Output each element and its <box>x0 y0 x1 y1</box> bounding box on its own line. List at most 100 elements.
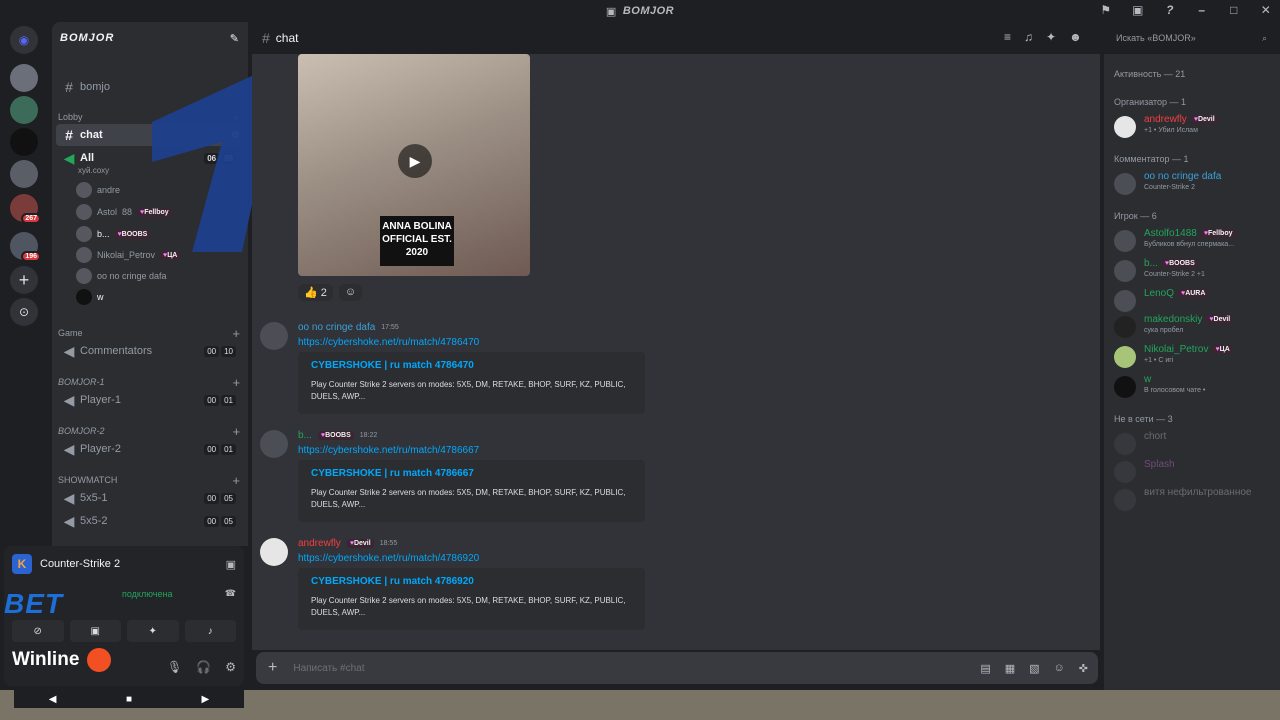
threads-icon[interactable]: ≡ <box>1004 30 1011 44</box>
screen-share-button[interactable]: ▣ <box>69 620 121 642</box>
embed-title[interactable]: CYBERSHOKE | ru match 4786470 <box>311 360 635 371</box>
voice-channel[interactable]: ◀ Player-2 00 01 <box>56 438 240 460</box>
category-bomjor-1[interactable]: BOMJOR-1 + <box>58 375 240 390</box>
message-author[interactable]: andrewfly <box>298 538 341 549</box>
add-channel-icon[interactable]: + <box>232 473 240 488</box>
category-showmatch[interactable]: SHOWMATCH + <box>58 473 240 488</box>
reaction-thumbs-up[interactable]: 👍 2 <box>298 284 333 301</box>
attach-icon[interactable]: + <box>268 659 277 677</box>
gift-icon[interactable]: ▤ <box>980 662 990 675</box>
message-author[interactable]: b... <box>298 430 312 441</box>
member-item[interactable]: andrewflyDevil +1 • Убил Ислам <box>1112 114 1276 140</box>
soundboard-button[interactable]: ♪ <box>184 620 236 642</box>
embed-description: Play Counter Strike 2 servers on modes: … <box>311 488 626 509</box>
role-section-header: Игрок — 6 <box>1114 211 1157 221</box>
role-tag: Devil <box>1190 115 1218 124</box>
message-link[interactable]: https://cybershoke.net/ru/match/4786470 <box>298 337 479 348</box>
apps-icon[interactable]: ✜ <box>1079 662 1088 675</box>
message-time: 18:55 <box>379 540 398 547</box>
maximize-button[interactable]: □ <box>1226 2 1242 18</box>
add-channel-icon[interactable]: + <box>232 326 240 341</box>
video-attachment[interactable]: ▶ ANNA BOLINA OFFICIAL EST. 2020 <box>298 54 530 276</box>
avatar[interactable] <box>260 430 288 458</box>
pin-icon[interactable]: ✦ <box>1046 30 1056 44</box>
gif-icon[interactable]: ▦ <box>1005 662 1015 675</box>
unread-badge: 267 <box>21 213 41 224</box>
bell-icon[interactable]: ♫ <box>1024 30 1033 44</box>
add-member-icon[interactable]: ✎ <box>230 32 240 45</box>
member-status: В голосовом чате • <box>1144 387 1206 394</box>
avatar <box>1114 376 1136 398</box>
message-link[interactable]: https://cybershoke.net/ru/match/4786920 <box>298 553 479 564</box>
sticker-icon[interactable]: ▧ <box>1029 662 1039 675</box>
discord-home-icon[interactable]: ◉ <box>10 26 38 54</box>
activity-game[interactable]: K Counter-Strike 2 ▣ <box>4 546 244 582</box>
server-icon[interactable] <box>10 128 38 156</box>
stream-icon[interactable]: ▣ <box>226 558 236 571</box>
members-icon[interactable]: ☻ <box>1069 30 1082 44</box>
embed-title[interactable]: CYBERSHOKE | ru match 4786920 <box>311 576 635 587</box>
server-icon[interactable] <box>10 160 38 188</box>
user-limit: 05 <box>221 515 236 527</box>
message-author[interactable]: oo no cringe dafa <box>298 322 375 333</box>
play-icon[interactable]: ▶ <box>398 144 432 178</box>
add-channel-icon[interactable]: + <box>232 375 240 390</box>
server-icon[interactable] <box>10 64 38 92</box>
stop-icon[interactable]: ■ <box>126 694 132 705</box>
member-item[interactable]: w В голосовом чате • <box>1112 374 1276 400</box>
member-item[interactable]: makedonskiyDevil сука пробел <box>1112 314 1276 340</box>
settings-icon[interactable]: ⚙ <box>225 660 236 674</box>
voice-channel[interactable]: ◀ Commentators 00 10 <box>56 340 240 362</box>
disconnect-icon[interactable]: ☎ <box>225 588 236 599</box>
speaker-icon: ◀ <box>63 512 75 529</box>
member-item[interactable]: Splash <box>1112 459 1276 485</box>
microphone-icon[interactable]: 🎙 <box>167 660 182 674</box>
embed-description: Play Counter Strike 2 servers on modes: … <box>311 596 626 617</box>
add-reaction-icon[interactable]: ☺ <box>338 284 363 301</box>
screen-icon[interactable]: ▣ <box>1130 2 1146 18</box>
server-folder[interactable]: 267 <box>10 194 41 224</box>
server-icon[interactable] <box>10 96 38 124</box>
help-icon[interactable]: ? <box>1162 2 1178 18</box>
member-item[interactable]: chort <box>1112 431 1276 457</box>
channel-label: Player-1 <box>80 394 121 406</box>
message-composer[interactable]: + Написать #chat ▤ ▦ ▧ ☺ ✜ <box>256 652 1098 684</box>
add-channel-icon[interactable]: + <box>232 424 240 439</box>
link-embed: CYBERSHOKE | ru match 4786920 Play Counte… <box>298 568 645 630</box>
game-name: Counter-Strike 2 <box>40 558 121 570</box>
activities-button[interactable]: ✦ <box>127 620 179 642</box>
member-item[interactable]: Nikolai_PetrovЦА +1 • С игі <box>1112 344 1276 370</box>
voice-channel[interactable]: ◀ 5x5-2 00 05 <box>56 510 240 532</box>
avatar[interactable] <box>260 322 288 350</box>
discover-icon[interactable]: ⊙ <box>10 298 38 326</box>
embed-title[interactable]: CYBERSHOKE | ru match 4786667 <box>311 468 635 479</box>
avatar[interactable] <box>260 538 288 566</box>
member-item[interactable]: Astolfo1488Fellboy Бубликов вбнул спермак… <box>1112 228 1276 254</box>
member-item[interactable]: витя нефильтрованное <box>1112 487 1276 513</box>
search-input[interactable]: Искать «BOMJOR» ⌕ <box>1110 29 1273 47</box>
voice-channel[interactable]: ◀ 5x5-1 00 05 <box>56 487 240 509</box>
category-bomjor-2[interactable]: BOMJOR-2 + <box>58 424 240 439</box>
next-icon[interactable]: ▶ <box>202 694 210 705</box>
role-tag: BOOBS <box>1161 259 1198 268</box>
message-link[interactable]: https://cybershoke.net/ru/match/4786667 <box>298 445 479 456</box>
voice-user[interactable]: oo no cringe dafa <box>76 266 238 286</box>
close-button[interactable]: ✕ <box>1258 2 1274 18</box>
minimize-button[interactable]: – <box>1194 2 1210 18</box>
member-item[interactable]: LenoQAURA <box>1112 288 1276 314</box>
prev-icon[interactable]: ◀ <box>49 694 57 705</box>
add-server-icon[interactable]: + <box>10 266 38 294</box>
role-section-header: Организатор — 1 <box>1114 97 1187 107</box>
inbox-icon[interactable]: ⚑ <box>1098 2 1114 18</box>
member-item[interactable]: oo no cringe dafa Counter-Strike 2 <box>1112 171 1276 197</box>
emoji-icon[interactable]: ☺ <box>1054 662 1065 675</box>
server-header[interactable]: BOMJOR ✎ <box>52 22 248 54</box>
category-game[interactable]: Game + <box>58 326 240 341</box>
member-item[interactable]: b...BOOBS Counter-Strike 2 +1 <box>1112 258 1276 284</box>
headphones-icon[interactable]: 🎧 <box>196 660 211 674</box>
user-count: 00 <box>204 394 220 406</box>
server-folder[interactable]: 196 <box>10 232 41 262</box>
voice-channel[interactable]: ◀ Player-1 00 01 <box>56 389 240 411</box>
camera-off-button[interactable]: ⊘ <box>12 620 64 642</box>
voice-user[interactable]: w <box>76 287 238 307</box>
